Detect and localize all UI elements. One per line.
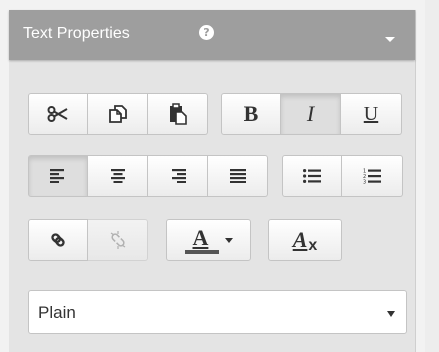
list-ol-icon: 1 2 3 xyxy=(363,169,381,185)
align-center-button[interactable] xyxy=(88,155,148,197)
clear-format-icon: A x xyxy=(292,227,318,254)
caret-down-icon xyxy=(224,237,233,243)
align-group xyxy=(28,155,268,197)
text-color-button[interactable]: A xyxy=(166,219,251,261)
align-center-icon xyxy=(110,169,125,183)
numbered-list-button[interactable]: 1 2 3 xyxy=(342,155,403,197)
svg-text:3: 3 xyxy=(363,180,366,185)
bold-button[interactable]: B xyxy=(221,93,281,135)
scrollbar-track[interactable] xyxy=(425,0,439,352)
underline-button[interactable]: U xyxy=(341,93,402,135)
text-color-swatch xyxy=(184,250,219,254)
clipboard-group xyxy=(28,93,208,135)
insert-link-button[interactable] xyxy=(28,219,88,261)
remove-link-button[interactable] xyxy=(88,219,148,261)
link-group xyxy=(28,219,148,261)
italic-label: I xyxy=(306,101,315,126)
caret-down-icon[interactable] xyxy=(385,37,395,42)
caret-down-icon xyxy=(387,311,395,317)
list-ul-icon xyxy=(303,169,321,183)
paste-icon xyxy=(169,103,187,125)
align-right-icon xyxy=(171,169,186,183)
align-left-icon xyxy=(50,169,64,183)
align-left-button[interactable] xyxy=(28,155,88,197)
text-properties-panel: Text Properties ? B I U 1 2 3 A A x Plai… xyxy=(9,10,416,352)
format-select-value: Plain xyxy=(38,303,76,322)
align-justify-button[interactable] xyxy=(208,155,268,197)
panel-header[interactable]: Text Properties ? xyxy=(9,10,415,60)
copy-button[interactable] xyxy=(88,93,148,135)
scissors-icon xyxy=(47,106,68,122)
cut-button[interactable] xyxy=(28,93,88,135)
list-group: 1 2 3 xyxy=(282,155,403,197)
bulleted-list-button[interactable] xyxy=(282,155,342,197)
clear-format-group: A x xyxy=(268,219,342,261)
style-group: B I U xyxy=(221,93,402,135)
text-color-group: A xyxy=(166,219,251,261)
italic-button[interactable]: I xyxy=(281,93,341,135)
format-select[interactable]: Plain xyxy=(28,290,407,334)
text-color-icon: A xyxy=(184,225,219,255)
clear-format-button[interactable]: A x xyxy=(268,219,342,261)
underline-label: U xyxy=(363,102,379,125)
align-justify-icon xyxy=(229,169,246,183)
bold-label: B xyxy=(243,101,259,126)
panel-title: Text Properties xyxy=(23,25,130,42)
link-icon xyxy=(51,233,65,247)
question-circle-icon[interactable]: ? xyxy=(199,25,214,40)
align-right-button[interactable] xyxy=(148,155,208,197)
paste-button[interactable] xyxy=(148,93,208,135)
unlink-icon xyxy=(110,231,125,249)
copy-icon xyxy=(108,105,127,123)
